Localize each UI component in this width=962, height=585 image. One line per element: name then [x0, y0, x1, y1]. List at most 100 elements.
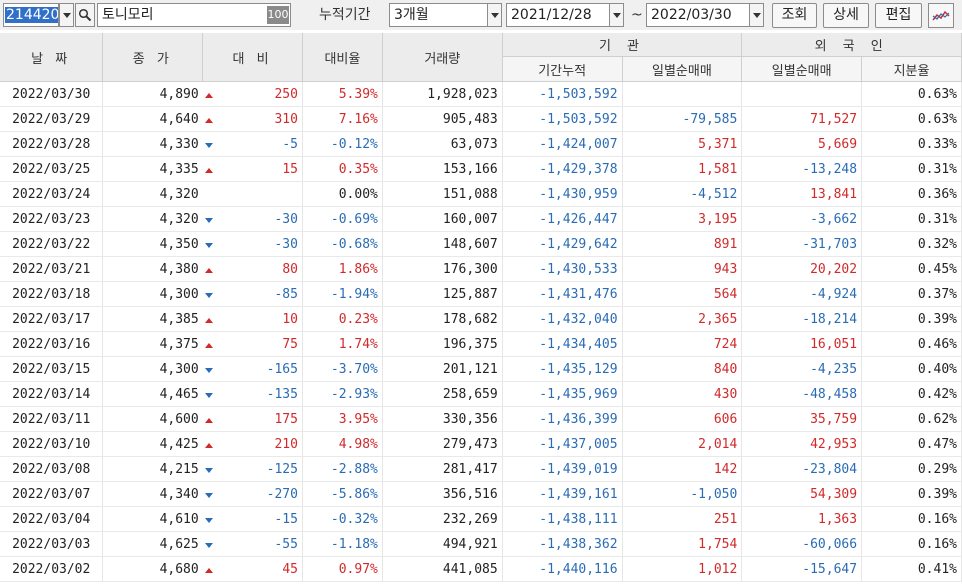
down-triangle-icon [204, 217, 213, 223]
date-separator: ~ [631, 7, 643, 23]
col-header-close[interactable]: 종 가 [102, 33, 204, 82]
table-row[interactable]: 2022/03/18 4,300 -85 -1.94% 125,887 -1,431,47… [0, 281, 962, 307]
cell-change: -165 [214, 356, 303, 382]
cell-foreign-share: 0.47% [861, 431, 962, 457]
up-triangle-icon [204, 417, 213, 423]
cell-volume: 160,007 [382, 206, 503, 232]
cell-close: 4,215 [102, 456, 203, 482]
col-header-inst-cumulative[interactable]: 기간누적 [502, 56, 623, 82]
cell-foreign-daily: -4,235 [741, 356, 863, 382]
cell-inst-daily: 1,012 [622, 556, 743, 582]
col-header-volume[interactable]: 거래량 [382, 33, 503, 82]
cell-change-rate: 3.95% [302, 406, 383, 432]
cell-change-rate: 4.98% [302, 431, 383, 457]
cell-close: 4,320 [102, 181, 203, 207]
col-header-date[interactable]: 날 짜 [0, 33, 104, 82]
cell-volume: 258,659 [382, 381, 503, 407]
stock-name-field[interactable]: 토니모리 100 [97, 3, 291, 27]
query-button[interactable]: 조회 [772, 3, 817, 28]
period-dropdown-button[interactable] [487, 3, 502, 27]
name-tag-badge: 100 [267, 6, 289, 24]
cell-inst-daily: -79,585 [622, 106, 743, 132]
up-triangle-icon [204, 167, 213, 173]
table-row[interactable]: 2022/03/15 4,300 -165 -3.70% 201,121 -1,435,1… [0, 356, 962, 382]
table-row[interactable]: 2022/03/28 4,330 -5 -0.12% 63,073 -1,424,007 5… [0, 131, 962, 157]
end-date-picker-button[interactable] [749, 3, 764, 27]
cell-foreign-daily: 35,759 [741, 406, 863, 432]
cell-foreign-share: 0.32% [861, 231, 962, 257]
cell-inst-daily: 840 [622, 356, 743, 382]
cell-change: -270 [214, 481, 303, 507]
table-row[interactable]: 2022/03/02 4,680 45 0.97% 441,085 -1,440,116 1… [0, 556, 962, 582]
cell-close: 4,680 [102, 556, 203, 582]
change-arrow-icon [202, 481, 215, 507]
cell-inst-cumulative: -1,429,378 [502, 156, 623, 182]
change-arrow-icon [202, 231, 215, 257]
cell-change: 15 [214, 156, 303, 182]
table-row[interactable]: 2022/03/14 4,465 -135 -2.93% 258,659 -1,435,9… [0, 381, 962, 407]
edit-button[interactable]: 편집 [875, 3, 922, 28]
table-row[interactable]: 2022/03/23 4,320 -30 -0.69% 160,007 -1,426,44… [0, 206, 962, 232]
detail-button[interactable]: 상세 [823, 3, 869, 28]
cell-foreign-share: 0.41% [861, 556, 962, 582]
table-row[interactable]: 2022/03/16 4,375 75 1.74% 196,375 -1,434,405 7… [0, 331, 962, 357]
table-row[interactable]: 2022/03/08 4,215 -125 -2.88% 281,417 -1,439,0… [0, 456, 962, 482]
cell-inst-cumulative: -1,430,533 [502, 256, 623, 282]
cell-inst-cumulative: -1,424,007 [502, 131, 623, 157]
cell-change-rate: 0.23% [302, 306, 383, 332]
col-header-change-rate[interactable]: 대비율 [302, 33, 383, 82]
table-row[interactable]: 2022/03/24 4,320 0.00% 151,088 -1,430,959 -4,… [0, 181, 962, 207]
cell-inst-daily: 251 [622, 506, 743, 532]
cell-foreign-share: 0.31% [861, 206, 962, 232]
cell-date: 2022/03/29 [0, 106, 104, 132]
table-row[interactable]: 2022/03/04 4,610 -15 -0.32% 232,269 -1,438,11… [0, 506, 962, 532]
cell-date: 2022/03/07 [0, 481, 104, 507]
cell-inst-cumulative: -1,439,019 [502, 456, 623, 482]
cell-change [214, 181, 303, 207]
down-triangle-icon [204, 242, 213, 248]
table-row[interactable]: 2022/03/30 4,890 250 5.39% 1,928,023 -1,503,5… [0, 81, 962, 107]
end-date-input[interactable]: 2022/03/30 [646, 3, 750, 27]
change-arrow-icon [202, 306, 215, 332]
up-triangle-icon [204, 267, 213, 273]
stock-search-button[interactable] [75, 3, 95, 27]
cell-foreign-daily: 13,841 [741, 181, 863, 207]
stock-code-dropdown-button[interactable] [59, 3, 74, 27]
col-header-change[interactable]: 대 비 [202, 33, 303, 82]
stock-code-input[interactable]: 214420 [3, 3, 59, 27]
table-row[interactable]: 2022/03/07 4,340 -270 -5.86% 356,516 -1,439,1… [0, 481, 962, 507]
cell-foreign-daily: 5,669 [741, 131, 863, 157]
cell-change-rate: -5.86% [302, 481, 383, 507]
table-row[interactable]: 2022/03/25 4,335 15 0.35% 153,166 -1,429,378 1… [0, 156, 962, 182]
cell-change-rate: 0.00% [302, 181, 383, 207]
period-select[interactable]: 3개월 [389, 3, 488, 27]
cell-date: 2022/03/16 [0, 331, 104, 357]
start-date-input[interactable]: 2021/12/28 [506, 3, 610, 27]
cell-date: 2022/03/17 [0, 306, 104, 332]
col-header-foreign-share[interactable]: 지분율 [861, 56, 962, 82]
cell-date: 2022/03/11 [0, 406, 104, 432]
chevron-down-icon [752, 12, 761, 18]
table-row[interactable]: 2022/03/03 4,625 -55 -1.18% 494,921 -1,438,36… [0, 531, 962, 557]
cell-change-rate: 7.16% [302, 106, 383, 132]
cell-volume: 201,121 [382, 356, 503, 382]
table-row[interactable]: 2022/03/10 4,425 210 4.98% 279,473 -1,437,005… [0, 431, 962, 457]
chevron-down-icon [62, 12, 71, 18]
cell-date: 2022/03/04 [0, 506, 104, 532]
table-row[interactable]: 2022/03/29 4,640 310 7.16% 905,483 -1,503,592… [0, 106, 962, 132]
period-label: 누적기간 [319, 7, 371, 23]
chart-button[interactable] [928, 3, 954, 28]
cell-foreign-daily: 71,527 [741, 106, 863, 132]
table-row[interactable]: 2022/03/11 4,600 175 3.95% 330,356 -1,436,399… [0, 406, 962, 432]
investor-trend-grid: 날 짜 종 가 대 비 대비율 거래량 기 관 외 국 인 기간누적 일별순매매… [0, 33, 962, 582]
table-row[interactable]: 2022/03/21 4,380 80 1.86% 176,300 -1,430,533 9… [0, 256, 962, 282]
change-arrow-icon [202, 506, 215, 532]
change-arrow-icon [202, 81, 215, 107]
table-row[interactable]: 2022/03/22 4,350 -30 -0.68% 148,607 -1,429,64… [0, 231, 962, 257]
cell-close: 4,380 [102, 256, 203, 282]
change-arrow-icon [202, 431, 215, 457]
table-row[interactable]: 2022/03/17 4,385 10 0.23% 178,682 -1,432,040 2… [0, 306, 962, 332]
start-date-picker-button[interactable] [609, 3, 624, 27]
col-header-inst-daily[interactable]: 일별순매매 [622, 56, 743, 82]
col-header-foreign-daily[interactable]: 일별순매매 [741, 56, 863, 82]
